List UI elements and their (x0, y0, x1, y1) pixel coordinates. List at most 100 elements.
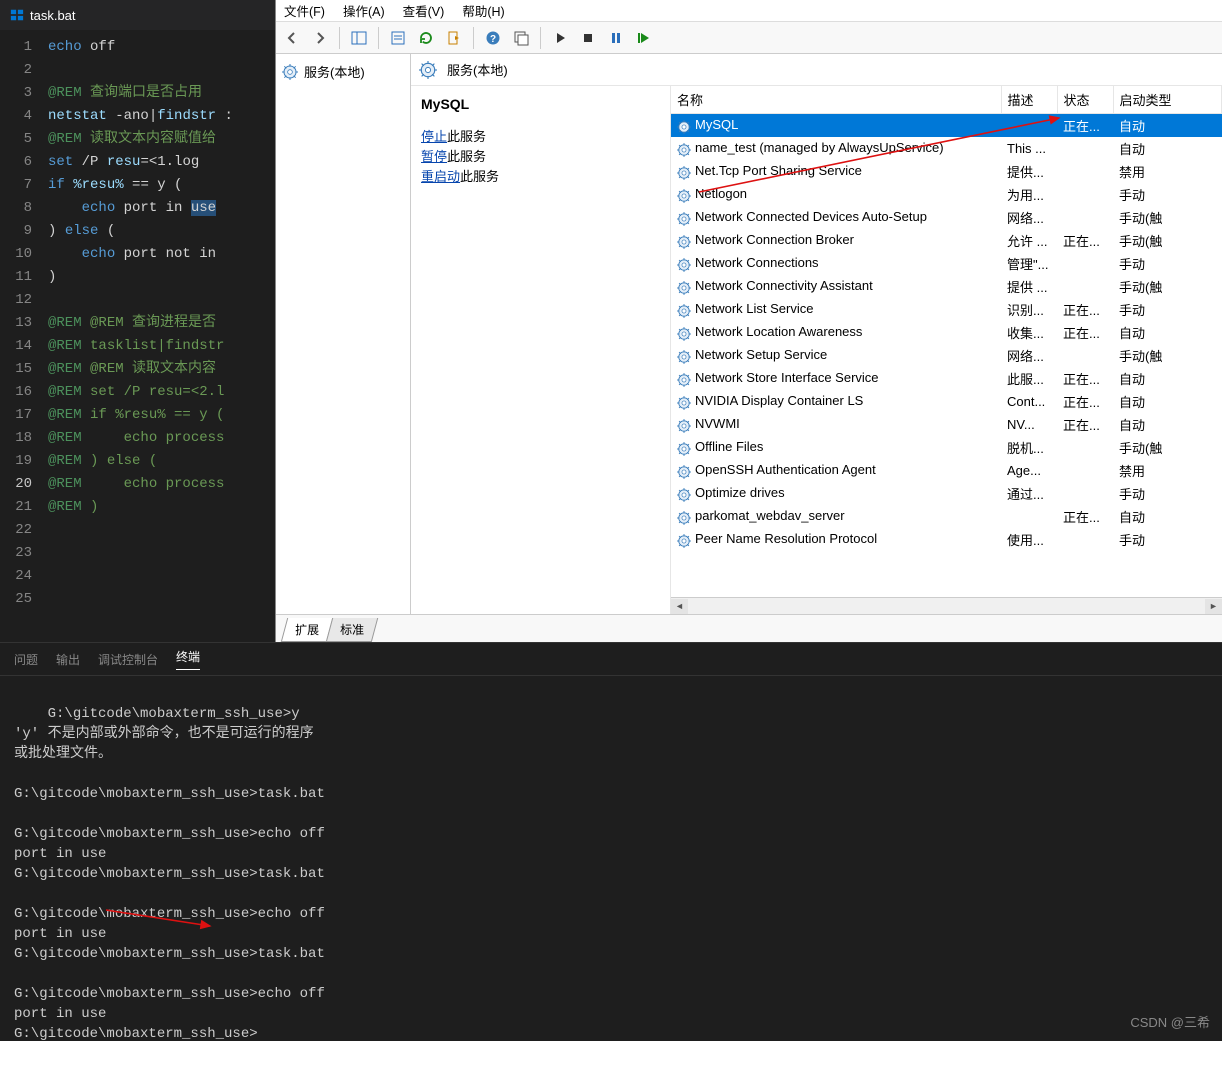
service-row[interactable]: NVWMINV...正在...自动 (671, 413, 1222, 436)
code-line[interactable]: 4netstat -ano|findstr : (0, 105, 275, 128)
service-row[interactable]: Netlogon为用...手动 (671, 183, 1222, 206)
gear-icon (677, 463, 691, 479)
code-line[interactable]: 11) (0, 266, 275, 289)
tab-terminal[interactable]: 终端 (176, 648, 200, 670)
editor-tab[interactable]: task.bat (0, 0, 275, 30)
service-row[interactable]: parkomat_webdav_server正在...自动 (671, 505, 1222, 528)
restart-service-suffix: 此服务 (460, 169, 499, 184)
service-row[interactable]: Network Connectivity Assistant提供 ...手动(触 (671, 275, 1222, 298)
line-number: 5 (0, 128, 48, 151)
service-row[interactable]: Offline Files脱机...手动(触 (671, 436, 1222, 459)
terminal-tabs: 问题 输出 调试控制台 终端 (0, 642, 1222, 676)
terminal-body[interactable]: G:\gitcode\mobaxterm_ssh_use>y 'y' 不是内部或… (0, 676, 1222, 1092)
code-line[interactable]: 21@REM ) (0, 496, 275, 519)
service-row[interactable]: Network Store Interface Service此服...正在..… (671, 367, 1222, 390)
service-status-cell (1057, 528, 1113, 551)
scroll-left-button[interactable]: ◄ (671, 599, 688, 614)
service-desc-cell: 允许 ... (1001, 229, 1057, 252)
service-row[interactable]: NVIDIA Display Container LSCont...正在...自… (671, 390, 1222, 413)
service-row[interactable]: Network List Service识别...正在...手动 (671, 298, 1222, 321)
col-name[interactable]: 名称 (671, 86, 1001, 114)
line-number: 21 (0, 496, 48, 519)
svg-text:?: ? (490, 34, 496, 45)
services-list: 名称 描述 状态 启动类型 MySQL正在...自动name_test (man… (671, 86, 1222, 614)
code-line[interactable]: 8 echo port in use (0, 197, 275, 220)
stop-service-button[interactable] (576, 26, 600, 50)
service-row[interactable]: Network Setup Service网络...手动(触 (671, 344, 1222, 367)
code-area[interactable]: 1echo off23@REM 查询端口是否占用4netstat -ano|fi… (0, 30, 275, 611)
code-line[interactable]: 9) else ( (0, 220, 275, 243)
code-line[interactable]: 1echo off (0, 36, 275, 59)
help-button[interactable]: ? (481, 26, 505, 50)
service-status-cell (1057, 275, 1113, 298)
code-line[interactable]: 10 echo port not in (0, 243, 275, 266)
gear-icon (677, 532, 691, 548)
service-row[interactable]: Net.Tcp Port Sharing Service提供...禁用 (671, 160, 1222, 183)
service-row[interactable]: MySQL正在...自动 (671, 114, 1222, 138)
gear-icon (677, 187, 691, 203)
service-row[interactable]: Network Connection Broker允许 ...正在...手动(触 (671, 229, 1222, 252)
code-line[interactable]: 2 (0, 59, 275, 82)
start-service-button[interactable] (548, 26, 572, 50)
properties-button[interactable] (386, 26, 410, 50)
tab-standard[interactable]: 标准 (326, 618, 378, 642)
code-line[interactable]: 7if %resu% == y ( (0, 174, 275, 197)
nav-forward-button[interactable] (308, 26, 332, 50)
service-startup-cell: 禁用 (1113, 459, 1222, 482)
code-line[interactable]: 14@REM tasklist|findstr (0, 335, 275, 358)
code-line[interactable]: 16@REM set /P resu=<2.l (0, 381, 275, 404)
menu-action[interactable]: 操作(A) (343, 1, 385, 20)
tab-debug-console[interactable]: 调试控制台 (98, 651, 158, 668)
code-line[interactable]: 3@REM 查询端口是否占用 (0, 82, 275, 105)
service-row[interactable]: Network Location Awareness收集...正在...自动 (671, 321, 1222, 344)
services-tree-item-local[interactable]: 服务(本地) (280, 58, 406, 85)
restart-service-link[interactable]: 重启动 (421, 169, 460, 184)
service-name-cell: Netlogon (671, 183, 1001, 206)
pause-service-link[interactable]: 暂停 (421, 149, 447, 164)
code-line[interactable]: 12 (0, 289, 275, 312)
gear-icon (677, 371, 691, 387)
code-line[interactable]: 19@REM ) else ( (0, 450, 275, 473)
service-row[interactable]: Network Connected Devices Auto-Setup网络..… (671, 206, 1222, 229)
refresh-button[interactable] (414, 26, 438, 50)
export-list-button[interactable] (442, 26, 466, 50)
horizontal-scrollbar[interactable]: ◄ ► (671, 597, 1222, 614)
service-status-cell (1057, 344, 1113, 367)
code-line[interactable]: 6set /P resu=<1.log (0, 151, 275, 174)
service-row[interactable]: Network Connections管理"...手动 (671, 252, 1222, 275)
code-line[interactable]: 22 (0, 519, 275, 542)
nav-back-button[interactable] (280, 26, 304, 50)
tab-problems[interactable]: 问题 (14, 651, 38, 668)
code-line[interactable]: 15@REM @REM 读取文本内容 (0, 358, 275, 381)
code-line[interactable]: 23 (0, 542, 275, 565)
line-number: 13 (0, 312, 48, 335)
col-status[interactable]: 状态 (1057, 86, 1113, 114)
service-info-title: MySQL (421, 96, 660, 112)
line-number: 11 (0, 266, 48, 289)
stop-service-link[interactable]: 停止 (421, 129, 447, 144)
service-row[interactable]: Peer Name Resolution Protocol使用...手动 (671, 528, 1222, 551)
pause-service-button[interactable] (604, 26, 628, 50)
tab-output[interactable]: 输出 (56, 651, 80, 668)
service-row[interactable]: Optimize drives通过...手动 (671, 482, 1222, 505)
menu-view[interactable]: 查看(V) (403, 1, 445, 20)
code-line[interactable]: 20@REM echo process (0, 473, 275, 496)
col-desc[interactable]: 描述 (1001, 86, 1057, 114)
code-line[interactable]: 17@REM if %resu% == y ( (0, 404, 275, 427)
prop-window-button[interactable] (509, 26, 533, 50)
code-line[interactable]: 13@REM @REM 查询进程是否 (0, 312, 275, 335)
services-list-title: 服务(本地) (447, 60, 508, 79)
code-line[interactable]: 5@REM 读取文本内容赋值给 (0, 128, 275, 151)
service-row[interactable]: OpenSSH Authentication AgentAge...禁用 (671, 459, 1222, 482)
col-startup[interactable]: 启动类型 (1113, 86, 1222, 114)
code-line[interactable]: 25 (0, 588, 275, 611)
tab-extended[interactable]: 扩展 (281, 618, 333, 642)
menu-help[interactable]: 帮助(H) (462, 1, 504, 20)
service-row[interactable]: name_test (managed by AlwaysUpService)Th… (671, 137, 1222, 160)
scroll-right-button[interactable]: ► (1205, 599, 1222, 614)
code-line[interactable]: 24 (0, 565, 275, 588)
code-line[interactable]: 18@REM echo process (0, 427, 275, 450)
show-hide-tree-button[interactable] (347, 26, 371, 50)
restart-service-button[interactable] (632, 26, 656, 50)
menu-file[interactable]: 文件(F) (284, 1, 325, 20)
